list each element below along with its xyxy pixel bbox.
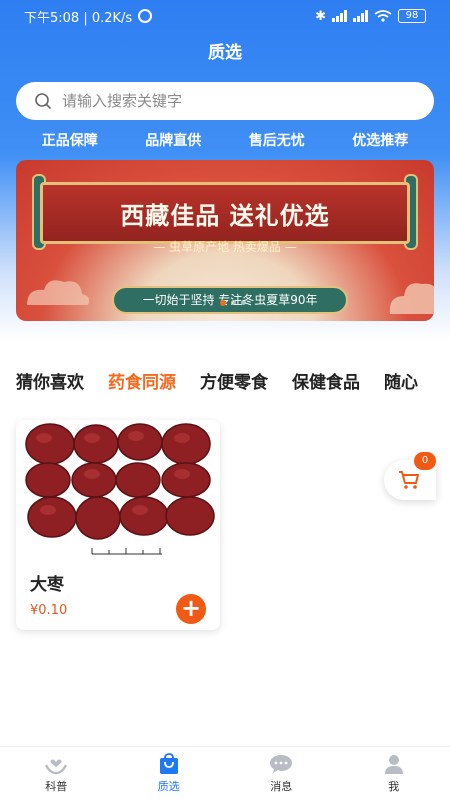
feature-recommend: 优选推荐	[352, 133, 409, 149]
feature-brand-direct: 品牌直供	[145, 133, 202, 149]
feature-genuine: 正品保障	[41, 133, 98, 149]
tab-guess-you-like[interactable]: 猜你喜欢	[16, 368, 84, 408]
nav-label-select: 质选	[157, 780, 180, 793]
tab-food-medicine[interactable]: 药食同源	[108, 368, 176, 408]
promo-banner[interactable]: 西藏佳品 送礼优选 — 虫草原产地 热卖爆品 — 一切始于坚持 专注冬虫夏草90…	[16, 160, 434, 321]
cloud-right-decoration	[389, 283, 434, 314]
signal-icon	[332, 10, 347, 22]
status-time: 下午5:08 | 0.2K/s	[24, 10, 133, 26]
user-icon	[384, 755, 403, 774]
search-icon	[35, 93, 51, 109]
alarm-icon	[138, 9, 153, 23]
nav-item-me[interactable]: 我	[359, 753, 429, 794]
status-left: 下午5:08 | 0.2K/s	[24, 7, 153, 26]
nav-item-science[interactable]: 科普	[21, 753, 91, 794]
banner-headline: 西藏佳品 送礼优选	[120, 201, 330, 230]
signal-icon-2	[353, 10, 368, 22]
page-title: 质选	[208, 43, 242, 63]
product-card[interactable]: 大枣 ¥0.10 +	[16, 420, 220, 630]
battery-icon: 98	[398, 9, 426, 23]
feature-after-sales: 售后无忧	[248, 133, 305, 149]
banner-pagination	[220, 300, 246, 306]
tab-health-food[interactable]: 保健食品	[292, 368, 360, 408]
nav-item-messages[interactable]: 消息	[246, 753, 316, 794]
floating-cart-button[interactable]: 0	[384, 452, 436, 500]
product-price: ¥0.10	[30, 603, 68, 618]
cart-icon	[399, 471, 419, 489]
tab-casual[interactable]: 随心	[384, 368, 418, 408]
wifi-icon	[374, 10, 392, 22]
search-bar[interactable]	[16, 82, 434, 120]
product-name: 大枣	[30, 575, 64, 595]
category-tabs: 猜你喜欢 药食同源 方便零食 保健食品 随心	[16, 368, 450, 408]
bottom-nav: 科普 质选 消息 我	[0, 746, 450, 800]
banner-dot-2[interactable]	[231, 300, 236, 305]
search-input[interactable]	[62, 92, 382, 110]
shopping-bag-icon	[159, 753, 178, 774]
tab-snacks[interactable]: 方便零食	[200, 368, 268, 408]
banner-dot-3[interactable]	[241, 300, 246, 305]
cart-count-badge: 0	[414, 452, 436, 470]
status-right: ✱ 98	[315, 9, 426, 24]
banner-subline: — 虫草原产地 热卖爆品 —	[153, 240, 297, 254]
bluetooth-icon: ✱	[315, 8, 326, 24]
nav-label-me: 我	[388, 780, 400, 793]
add-to-cart-button[interactable]: +	[176, 594, 206, 624]
jujube-image	[22, 422, 218, 572]
banner-dot-1[interactable]	[220, 300, 226, 306]
cloud-left-decoration	[27, 280, 90, 305]
feature-strip: 正品保障 品牌直供 售后无忧 优选推荐	[0, 130, 450, 154]
status-bar: 下午5:08 | 0.2K/s ✱ 98	[0, 0, 450, 32]
chat-bubble-icon	[270, 755, 293, 773]
nav-label-science: 科普	[45, 780, 68, 793]
hands-heart-icon	[45, 759, 68, 775]
nav-item-select[interactable]: 质选	[134, 753, 204, 794]
nav-label-messages: 消息	[270, 780, 293, 793]
